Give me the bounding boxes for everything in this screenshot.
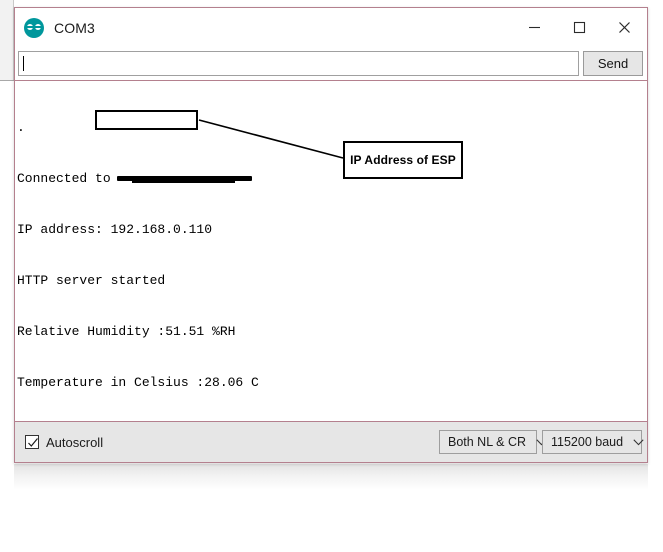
redacted-ssid: bsebn_electronics xyxy=(117,170,253,187)
baud-rate-dropdown[interactable]: 115200 baud xyxy=(542,430,644,454)
serial-send-input[interactable] xyxy=(18,51,579,76)
checkmark-icon xyxy=(28,438,38,447)
arduino-logo-icon xyxy=(24,17,44,38)
console-line: . xyxy=(17,120,25,135)
console-text: . Connected to bsebn_electronics IP addr… xyxy=(17,85,647,421)
close-icon xyxy=(619,22,630,33)
console-line: Relative Humidity :51.51 %RH xyxy=(17,324,236,339)
line-ending-dropdown[interactable]: Both NL & CR xyxy=(439,430,547,454)
autoscroll-label: Autoscroll xyxy=(46,434,104,450)
minimize-button[interactable] xyxy=(512,8,557,47)
console-line: Connected to bsebn_electronics xyxy=(17,170,647,187)
window-drop-shadow xyxy=(14,464,648,490)
autoscroll-toggle[interactable]: Autoscroll xyxy=(25,435,103,450)
console-line: HTTP server started xyxy=(17,273,166,288)
background-divider-line xyxy=(0,80,14,81)
send-row: Send xyxy=(15,47,647,80)
baud-rate-value: 115200 baud xyxy=(551,435,624,449)
connected-prefix: Connected to xyxy=(17,171,119,186)
send-button[interactable]: Send xyxy=(583,51,643,76)
chevron-down-icon xyxy=(633,438,644,445)
maximize-icon xyxy=(573,21,586,34)
serial-monitor-window: COM3 Send . Connected to IP address: 192… xyxy=(14,7,648,463)
status-bar: Autoscroll Both NL & CR 115200 baud xyxy=(15,421,647,462)
autoscroll-checkbox[interactable] xyxy=(25,435,39,449)
background-left-panel xyxy=(0,0,14,80)
minimize-icon xyxy=(529,26,540,29)
line-ending-value: Both NL & CR xyxy=(448,435,527,449)
console-line: Temperature in Celsius :28.06 C xyxy=(17,375,259,390)
title-bar[interactable]: COM3 xyxy=(15,8,647,47)
close-button[interactable] xyxy=(602,8,647,47)
window-controls xyxy=(512,8,647,47)
window-title: COM3 xyxy=(54,19,95,36)
maximize-button[interactable] xyxy=(557,8,602,47)
text-caret xyxy=(23,56,24,71)
console-line: IP address: 192.168.0.110 xyxy=(17,222,213,237)
console-output-area[interactable]: . Connected to bsebn_electronics IP addr… xyxy=(15,80,647,421)
